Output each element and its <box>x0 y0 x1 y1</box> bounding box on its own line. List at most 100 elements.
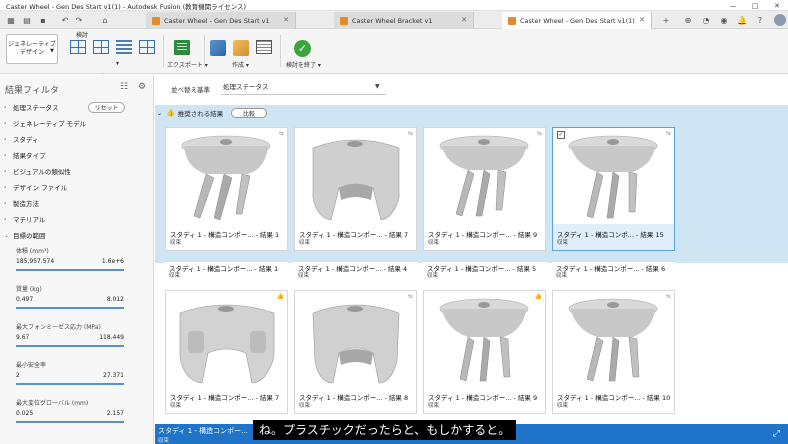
thumbs-up-icon[interactable]: 👍 <box>535 293 542 300</box>
grid-view-split-button[interactable] <box>93 40 111 58</box>
finish-explore-button[interactable]: ✓ <box>294 40 312 58</box>
range-slider-displacement[interactable] <box>16 421 124 423</box>
filter-item-generative-model[interactable]: › ジェネレーティブ モデル <box>4 116 150 130</box>
table-view-button[interactable] <box>139 40 157 58</box>
filter-item-result-type[interactable]: › 結果タイプ <box>4 148 150 162</box>
result-card-collapsed[interactable]: スタディ 1 - 構造コンポー... - 結果 5 収束 <box>423 262 546 280</box>
window-title: Caster Wheel - Gen Des Start v1(1) - Aut… <box>6 3 247 11</box>
notifications-icon[interactable]: 🔔 <box>736 14 748 26</box>
grid-menu-icon[interactable]: ▦ <box>4 11 18 29</box>
compare-toggle-icon[interactable]: ⇆ <box>537 130 542 137</box>
export-icon <box>174 40 190 55</box>
properties-panel-button[interactable] <box>256 40 274 58</box>
result-card-selected[interactable]: ✓ ⇆ スタディ 1 - 構造コンポ... - 結果 15 収束 <box>552 127 675 251</box>
export-button[interactable] <box>174 40 192 58</box>
chevron-down-icon[interactable]: ▾ <box>116 60 119 67</box>
filter-item-label: 目標の範囲 <box>13 232 46 240</box>
close-tab-icon[interactable]: ✕ <box>283 16 289 24</box>
close-window-button[interactable]: ✕ <box>766 0 788 11</box>
compare-toggle-icon[interactable]: ⇆ <box>279 130 284 137</box>
range-slider-volume[interactable] <box>16 269 124 271</box>
sort-dropdown[interactable]: 処理ステータス <box>221 81 386 95</box>
result-thumbnail <box>424 291 545 387</box>
new-tab-icon[interactable]: + <box>660 14 672 26</box>
list-view-button[interactable] <box>116 40 134 58</box>
tab-caster-wheel-gen-des-1[interactable]: Caster Wheel - Gen Des Start v1(1) ✕ <box>502 12 652 29</box>
finish-label[interactable]: 検討を終了 ▾ <box>286 60 321 69</box>
filter-item-material[interactable]: › マテリアル <box>4 212 150 226</box>
filter-item-label: ジェネレーティブ モデル <box>13 120 87 128</box>
undo-icon[interactable]: ↶ <box>58 11 72 29</box>
compare-button[interactable]: 比較 <box>231 108 267 118</box>
compare-toggle-icon[interactable]: ⇆ <box>408 130 413 137</box>
range-values-mass: 0.497 8.012 <box>16 296 124 303</box>
maximize-button[interactable]: □ <box>744 0 766 11</box>
job-status-icon[interactable]: ◔ <box>700 14 712 26</box>
filter-settings-icon[interactable]: ☷ <box>119 82 129 92</box>
reset-button[interactable]: リセット <box>88 102 125 113</box>
range-values-stress: 9.67 118.449 <box>16 334 124 341</box>
chevron-down-icon: ▼ <box>50 48 54 54</box>
filter-item-study[interactable]: › スタディ <box>4 132 150 146</box>
compare-toggle-icon[interactable]: ⇆ <box>666 293 671 300</box>
filter-item-design-file[interactable]: › デザイン ファイル <box>4 180 150 194</box>
caster-bracket-render <box>179 304 275 384</box>
expand-icon[interactable]: ⤢ <box>773 429 780 439</box>
grid-view-large-button[interactable] <box>70 40 88 58</box>
range-slider-safety-factor[interactable] <box>16 383 124 385</box>
home-icon[interactable]: ⌂ <box>98 11 112 29</box>
help-icon[interactable]: ? <box>754 14 766 26</box>
filter-item-manufacturing-method[interactable]: › 製造方法 <box>4 196 150 210</box>
filter-item-label: 処理ステータス <box>13 104 59 112</box>
workspace-switcher[interactable]: ジェネレーティブ デザイン ▼ <box>6 34 58 64</box>
design-file-icon <box>152 16 160 25</box>
export-label[interactable]: エクスポート ▾ <box>167 60 208 69</box>
select-checkbox[interactable]: ✓ <box>557 131 565 139</box>
create-design-button[interactable] <box>210 40 228 58</box>
result-card[interactable]: 👍 スタディ 1 - 構造コンポー... - 結果 9 収束 <box>423 290 546 414</box>
compare-toggle-icon[interactable]: ⇆ <box>666 130 671 137</box>
avatar[interactable] <box>774 14 786 26</box>
save-icon[interactable]: ▪ <box>36 11 50 29</box>
export-text: エクスポート <box>167 62 203 69</box>
result-thumbnail <box>553 291 674 387</box>
recommended-header[interactable]: ⌄ 👍 推奨される結果 <box>155 108 223 118</box>
result-card[interactable]: ⇆ スタディ 1 - 構造コンポー... - 結果 8 収束 <box>294 290 417 414</box>
result-card-collapsed[interactable]: スタディ 1 - 構造コンポー... - 結果 1 収束 <box>165 262 288 280</box>
online-icon[interactable]: ◉ <box>718 14 730 26</box>
document-tabbar: ▦ ▤ ▪ ↶ ↷ ⌂ Caster Wheel - Gen Des Start… <box>0 11 788 29</box>
selected-result-title: スタディ 1 - 構造コンポー... <box>158 427 248 435</box>
range-max: 2.157 <box>106 410 124 417</box>
create-component-button[interactable] <box>233 40 251 58</box>
result-card[interactable]: ⇆ スタディ 1 - 構造コンポー... - 結果 9 収束 <box>423 127 546 251</box>
tab-caster-wheel-gen-des[interactable]: Caster Wheel - Gen Des Start v1 ✕ <box>146 12 296 29</box>
result-card[interactable]: ⇆ スタディ 1 - 構造コンポー... - 結果 7 収束 <box>294 127 417 251</box>
range-slider-mass[interactable] <box>16 307 124 309</box>
thumbs-up-icon[interactable]: 👍 <box>277 293 284 300</box>
recommended-label: 推奨される結果 <box>177 110 224 118</box>
result-card-collapsed[interactable]: スタディ 1 - 構造コンポー... - 結果 4 収束 <box>294 262 417 280</box>
create-label[interactable]: 作成 ▾ <box>232 60 249 69</box>
filter-item-visual-similarity[interactable]: › ビジュアルの類似性 <box>4 164 150 178</box>
gear-icon[interactable]: ⚙ <box>137 82 147 92</box>
close-tab-icon[interactable]: ✕ <box>461 16 467 24</box>
filter-item-objective-range[interactable]: ⌄ 目標の範囲 <box>4 228 150 242</box>
result-status: 収束 <box>557 403 569 409</box>
sort-label: 並べ替え基準 <box>171 86 210 94</box>
result-card[interactable]: ⇆ スタディ 1 - 構造コンポー... - 結果 10 収束 <box>552 290 675 414</box>
minimize-button[interactable]: — <box>722 0 744 11</box>
redo-icon[interactable]: ↷ <box>72 11 86 29</box>
close-tab-icon[interactable]: ✕ <box>639 16 645 24</box>
chevron-down-icon[interactable]: ▼ <box>375 83 380 90</box>
tab-caster-wheel-bracket[interactable]: Caster Wheel Bracket v1 ✕ <box>334 12 474 29</box>
result-card-collapsed[interactable]: スタディ 1 - 構造コンポー... - 結果 6 収束 <box>552 262 675 280</box>
extensions-icon[interactable]: ⊕ <box>682 14 694 26</box>
range-slider-stress[interactable] <box>16 345 124 347</box>
filter-item-processing-status[interactable]: › 処理ステータス <box>4 100 150 114</box>
caster-bracket-render <box>312 139 400 221</box>
result-thumbnail <box>553 128 674 224</box>
result-card[interactable]: 👍 スタディ 1 - 構造コンポー... - 結果 7 収束 <box>165 290 288 414</box>
result-card[interactable]: ⇆ スタディ 1 - 構造コンポー... - 結果 1 収束 <box>165 127 288 251</box>
compare-toggle-icon[interactable]: ⇆ <box>408 293 413 300</box>
file-menu-icon[interactable]: ▤ <box>20 11 34 29</box>
